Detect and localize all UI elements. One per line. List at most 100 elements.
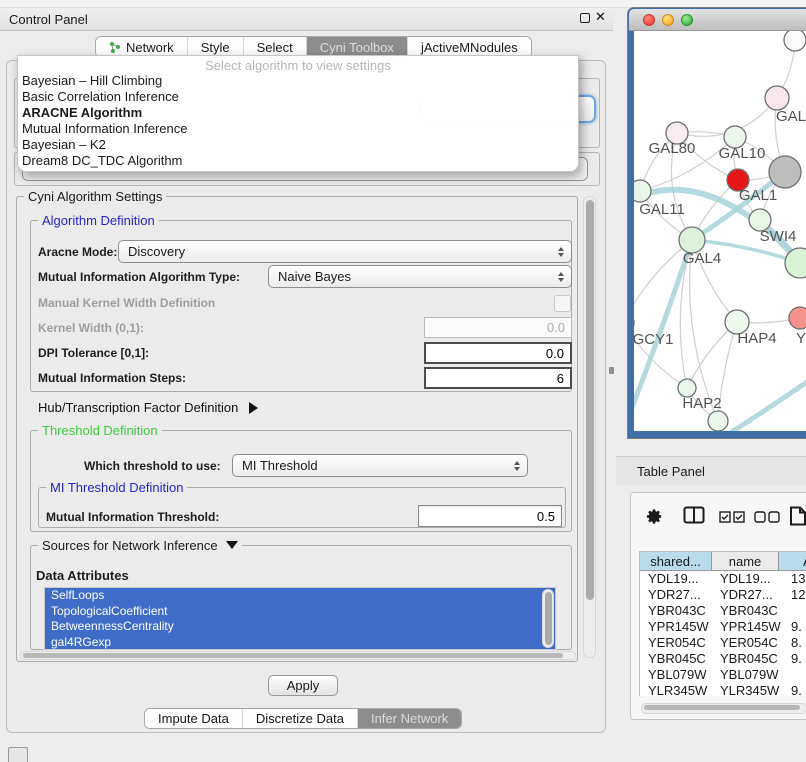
mi-threshold-group-title: MI Threshold Definition [46, 480, 187, 495]
table-row[interactable]: YBL079WYBL079W [640, 667, 806, 683]
attribute-item[interactable]: gal4RGexp [45, 635, 555, 651]
table-panel-titlebar: Table Panel [616, 456, 806, 486]
tab-network[interactable]: Network [96, 37, 188, 57]
tab-discretize-data[interactable]: Discretize Data [243, 709, 358, 728]
manual-kernel-label: Manual Kernel Width Definition [38, 296, 215, 310]
table-row[interactable]: YLR345WYLR345W9. [640, 683, 806, 696]
table-horizontal-scrollbar[interactable] [641, 703, 806, 714]
close-icon[interactable]: ✕ [595, 9, 606, 25]
tab-jactivemnodules[interactable]: jActiveMNodules [408, 37, 531, 57]
network-view-window[interactable]: GALGAL80GAL10GAL1GAL11SWI4GAL4GCY1HAP4YH… [628, 8, 806, 438]
hub-definition-label: Hub/Transcription Factor Definition [38, 400, 238, 415]
table-row[interactable]: YDR27...YDR27...12 [640, 587, 806, 603]
network-node-n15[interactable] [708, 411, 728, 431]
hub-definition-expander[interactable]: Hub/Transcription Factor Definition [38, 400, 258, 415]
column-header-shared...[interactable]: shared... [640, 552, 712, 571]
gear-icon[interactable] [645, 507, 664, 526]
check-all-icon[interactable] [719, 511, 745, 523]
mi-type-value: Naive Bayes [278, 269, 351, 284]
tab-impute-data[interactable]: Impute Data [145, 709, 243, 728]
attr-list-scrollbar[interactable] [542, 589, 554, 648]
table-row[interactable]: YBR043CYBR043C [640, 603, 806, 619]
table-cell: 9. [779, 683, 806, 696]
attribute-item[interactable]: BetweennessCentrality [45, 619, 555, 635]
mi-threshold-field[interactable]: 0.5 [418, 505, 562, 527]
mi-type-combo[interactable]: Naive Bayes [268, 265, 572, 288]
dpi-tolerance-field[interactable]: 0.0 [424, 342, 572, 364]
network-canvas[interactable]: GALGAL80GAL10GAL1GAL11SWI4GAL4GCY1HAP4YH… [634, 31, 806, 431]
table-row[interactable]: YBR045CYBR045C9. [640, 651, 806, 667]
tab-cyni-toolbox[interactable]: Cyni Toolbox [307, 37, 408, 57]
kernel-width-field[interactable]: 0.0 [424, 317, 572, 338]
panel-split-handle[interactable] [609, 367, 614, 374]
uncheck-all-icon[interactable] [754, 511, 780, 523]
dropdown-item[interactable]: Basic Correlation Inference [21, 89, 575, 105]
dropdown-list: Bayesian – Hill ClimbingBasic Correlatio… [21, 73, 575, 169]
spinner-arrows-icon [558, 241, 564, 262]
expander-right-icon[interactable] [249, 402, 258, 414]
network-node-label: GAL11 [639, 201, 685, 218]
table-cell: YBR043C [640, 603, 720, 619]
aracne-mode-combo[interactable]: Discovery [118, 240, 572, 263]
which-threshold-label: Which threshold to use: [84, 459, 221, 473]
algorithm-dropdown: Select algorithm to view settings Bayesi… [17, 55, 579, 172]
expander-down-icon[interactable] [226, 541, 238, 549]
settings-scrollbar-thumb[interactable] [586, 200, 594, 600]
tab-label: Discretize Data [256, 711, 344, 726]
network-window-titlebar[interactable] [629, 9, 806, 31]
settings-horizontal-scrollbar[interactable] [20, 651, 576, 660]
attribute-item[interactable]: TopologicalCoefficient [45, 604, 555, 620]
network-node-GAL11[interactable] [634, 180, 651, 202]
column-header-A[interactable]: A [779, 552, 806, 571]
table-cell: YLR345W [712, 683, 787, 696]
corner-widget[interactable] [8, 747, 28, 762]
manual-kernel-checkbox[interactable] [554, 295, 571, 312]
spinner-arrows-icon [514, 455, 520, 476]
table-cell: YDL19... [640, 571, 720, 587]
network-node-n1[interactable] [784, 31, 806, 51]
document-icon[interactable] [789, 506, 806, 526]
dropdown-item[interactable]: Mutual Information Inference [21, 121, 575, 137]
which-threshold-combo[interactable]: MI Threshold [232, 454, 528, 477]
table-row[interactable]: YDL19...YDL19...13 [640, 571, 806, 587]
tab-style[interactable]: Style [188, 37, 244, 57]
cyni-settings-title: Cyni Algorithm Settings [24, 189, 166, 204]
network-node-n6[interactable] [769, 156, 801, 188]
network-icon [109, 41, 121, 53]
dropdown-item[interactable]: Bayesian – Hill Climbing [21, 73, 575, 89]
table-cell [779, 603, 806, 619]
kernel-width-label: Kernel Width (0,1): [38, 321, 144, 335]
dpi-tolerance-label: DPI Tolerance [0,1]: [38, 346, 149, 360]
network-node-label: GCY1 [634, 331, 673, 348]
tab-label: Style [201, 40, 230, 55]
data-attributes-list[interactable]: SelfLoopsTopologicalCoefficientBetweenne… [44, 587, 556, 650]
zoom-traffic-light-icon[interactable] [681, 14, 693, 26]
column-header-name[interactable]: name [712, 552, 779, 571]
columns-icon[interactable] [683, 506, 705, 525]
table-hscroll-thumb[interactable] [644, 705, 800, 710]
table-row[interactable]: YPR145WYPR145W9. [640, 619, 806, 635]
network-node-Y[interactable] [789, 307, 806, 329]
attribute-item[interactable]: SelfLoops [45, 588, 555, 604]
settings-vertical-scrollbar[interactable] [583, 196, 596, 658]
tab-infer-network[interactable]: Infer Network [358, 709, 461, 728]
float-window-icon[interactable] [580, 13, 590, 23]
table-cell: 8. [779, 635, 806, 651]
settings-hscroll-thumb[interactable] [23, 653, 563, 658]
mi-steps-label: Mutual Information Steps: [38, 371, 186, 385]
minimize-traffic-light-icon[interactable] [662, 14, 674, 26]
attr-list-scrollbar-thumb[interactable] [545, 592, 552, 645]
mi-steps-field[interactable]: 6 [424, 367, 572, 389]
sources-title-text: Sources for Network Inference [42, 538, 218, 553]
close-traffic-light-icon[interactable] [643, 14, 655, 26]
table-cell: YDR27... [640, 587, 720, 603]
table-cell: YER054C [640, 635, 720, 651]
dropdown-item[interactable]: ARACNE Algorithm [21, 105, 575, 121]
table-row[interactable]: YER054CYER054C8. [640, 635, 806, 651]
tab-select[interactable]: Select [244, 37, 307, 57]
dropdown-item[interactable]: Dream8 DC_TDC Algorithm [21, 153, 575, 169]
network-node-GAL[interactable] [765, 86, 789, 110]
dropdown-item[interactable]: Bayesian – K2 [21, 137, 575, 153]
tab-label: Impute Data [158, 711, 229, 726]
apply-button[interactable]: Apply [268, 675, 338, 696]
